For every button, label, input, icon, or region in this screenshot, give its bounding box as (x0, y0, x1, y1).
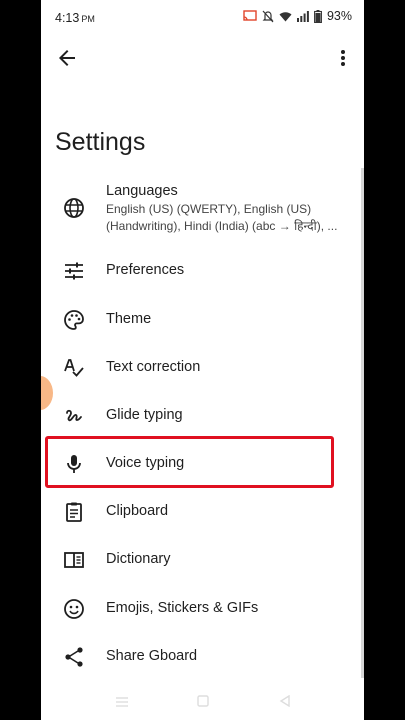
back-nav-icon[interactable] (279, 695, 291, 707)
settings-item-emojis[interactable]: Emojis, Stickers & GIFs (41, 585, 364, 633)
share-icon (65, 647, 83, 667)
settings-item-languages[interactable]: Languages English (US) (QWERTY), English… (41, 180, 364, 240)
item-label: Glide typing (106, 407, 183, 423)
item-label: Dictionary (106, 551, 171, 567)
sliders-icon (65, 262, 83, 280)
wifi-icon (279, 11, 292, 21)
status-time: 4:13 PM (55, 11, 95, 25)
item-label: Clipboard (106, 503, 169, 519)
settings-item-theme[interactable]: Theme (41, 296, 364, 344)
book-icon (64, 552, 84, 568)
item-label: Preferences (106, 262, 185, 278)
settings-item-share-gboard[interactable]: Share Gboard (41, 633, 364, 681)
clipboard-icon (66, 502, 82, 522)
battery-icon (314, 9, 322, 23)
cast-icon (243, 10, 257, 21)
status-bar: 4:13 PM 93% (41, 0, 364, 36)
recents-icon[interactable] (115, 696, 129, 708)
settings-item-dictionary[interactable]: Dictionary (41, 536, 364, 584)
item-subtitle: English (US) (QWERTY), English (US) (Han… (106, 202, 338, 233)
item-label: Languages (106, 183, 178, 199)
item-label: Share Gboard (106, 648, 198, 664)
page-title: Settings (55, 128, 146, 156)
signal-icon (296, 10, 309, 22)
item-label: Theme (106, 311, 152, 327)
item-label: Text correction (106, 359, 201, 375)
voice-typing-highlight (45, 436, 334, 488)
glide-icon (66, 409, 82, 422)
settings-item-glide-typing[interactable]: Glide typing (41, 392, 364, 440)
navigation-bar (41, 690, 364, 720)
palette-icon (64, 310, 84, 330)
settings-item-preferences[interactable]: Preferences (41, 247, 364, 295)
battery-percent: 93% (326, 9, 352, 23)
back-arrow-icon[interactable] (55, 46, 79, 70)
settings-item-text-correction[interactable]: Text correction (41, 344, 364, 392)
spellcheck-icon (64, 359, 84, 377)
settings-screen: 4:13 PM 93% Settings Languages English (U… (41, 0, 364, 720)
mute-icon (262, 10, 274, 22)
home-icon[interactable] (197, 695, 209, 707)
globe-icon (64, 198, 84, 218)
settings-item-clipboard[interactable]: Clipboard (41, 488, 364, 536)
emoji-icon (64, 599, 84, 619)
item-label: Emojis, Stickers & GIFs (106, 600, 259, 616)
more-options-icon[interactable] (331, 46, 355, 70)
